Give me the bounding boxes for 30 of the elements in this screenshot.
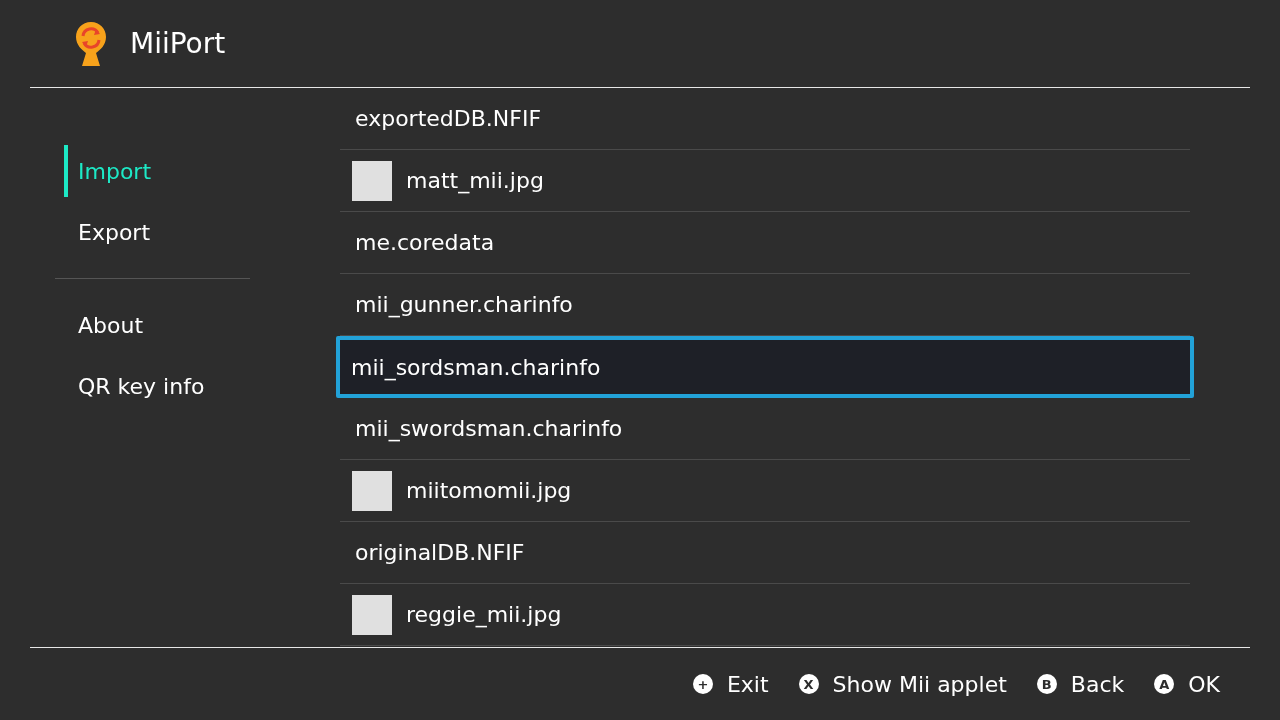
file-row[interactable]: miitomomii.jpg <box>340 460 1190 522</box>
image-thumbnail <box>352 470 392 511</box>
file-name: me.coredata <box>355 230 495 255</box>
sidebar-item[interactable]: Export <box>64 206 250 258</box>
file-name: mii_swordsman.charinfo <box>355 416 623 441</box>
file-name: matt_mii.jpg <box>406 168 544 193</box>
footer-button[interactable]: X Show Mii applet <box>798 671 1007 697</box>
file-row[interactable]: mii_swordsman.charinfo <box>340 398 1190 460</box>
file-row[interactable]: me.coredata <box>340 212 1190 274</box>
footer-button[interactable]: + Exit <box>692 671 769 697</box>
footer-button[interactable]: A OK <box>1154 671 1220 697</box>
image-thumbnail <box>352 160 392 201</box>
file-row[interactable]: mii_sordsman.charinfo <box>336 336 1194 398</box>
file-row[interactable]: exportedDB.NFIF <box>340 88 1190 150</box>
footer-button[interactable]: B Back <box>1036 671 1125 697</box>
image-thumbnail <box>352 594 392 635</box>
file-name: reggie_mii.jpg <box>406 602 562 627</box>
file-name: mii_gunner.charinfo <box>355 292 573 317</box>
file-name: miitomomii.jpg <box>406 478 572 503</box>
file-name: exportedDB.NFIF <box>355 106 542 131</box>
file-row[interactable]: reggie_mii.jpg <box>340 584 1190 646</box>
sidebar-item[interactable]: QR key info <box>64 360 250 412</box>
file-row[interactable]: matt_mii.jpg <box>340 150 1190 212</box>
file-row[interactable]: originalDB.NFIF <box>340 522 1190 584</box>
sidebar-item[interactable]: About <box>64 299 250 351</box>
sidebar-item[interactable]: Import <box>64 145 250 197</box>
app-title: MiiPort <box>130 27 226 60</box>
file-name: originalDB.NFIF <box>355 540 525 565</box>
app-logo-icon <box>74 19 108 68</box>
file-name: mii_sordsman.charinfo <box>351 354 601 380</box>
